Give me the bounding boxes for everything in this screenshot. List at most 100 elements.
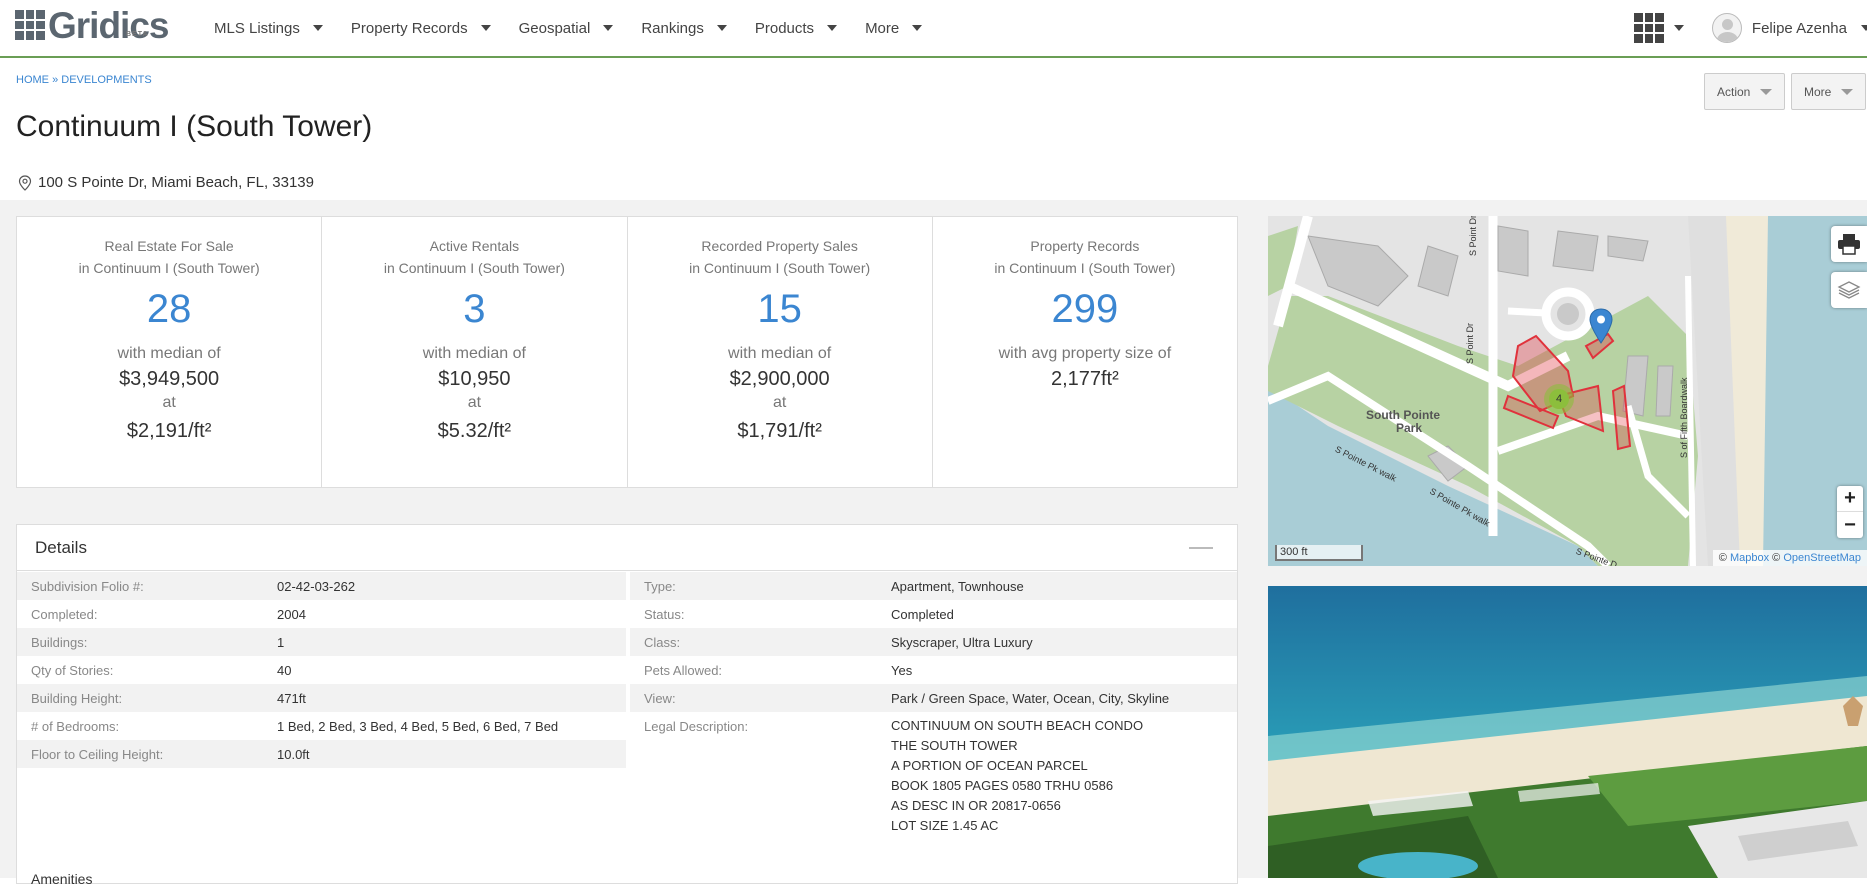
detail-label: Completed: — [31, 606, 98, 622]
stat-subtitle: in Continuum I (South Tower) — [689, 260, 871, 276]
stat-avg-label: with avg property size of — [998, 345, 1172, 362]
legal-line: BOOK 1805 PAGES 0580 TRHU 0586 — [891, 778, 1114, 793]
photo-image — [1268, 586, 1867, 878]
breadcrumb-separator: » — [52, 74, 59, 86]
stat-subtitle: in Continuum I (South Tower) — [78, 260, 260, 276]
detail-label: View: — [644, 690, 676, 706]
caret-down-icon — [1760, 88, 1773, 95]
nav-rankings[interactable]: Rankings — [627, 0, 741, 56]
detail-row: Building Height: 471ft — [17, 684, 626, 712]
stat-count[interactable]: 3 — [322, 285, 626, 333]
caret-down-icon — [912, 25, 923, 31]
user-name: Felipe Azenha — [1751, 19, 1847, 37]
details-header: Details — [17, 525, 1237, 571]
stat-median-label: with median of — [728, 345, 832, 362]
nav-label: More — [865, 19, 900, 37]
location-map[interactable]: South Pointe Park S Pointe Pk walk S Poi… — [1268, 216, 1867, 566]
detail-row: Buildings: 1 — [17, 628, 626, 656]
logo-beta-badge: BETA — [126, 31, 149, 38]
detail-row: # of Bedrooms: 1 Bed, 2 Bed, 3 Bed, 4 Bed… — [17, 712, 626, 740]
breadcrumb-developments[interactable]: DEVELOPMENTS — [61, 74, 151, 86]
map-pin-icon — [18, 174, 32, 191]
caret-down-icon — [1861, 25, 1867, 31]
action-button[interactable]: Action — [1704, 73, 1786, 110]
caret-down-icon — [1841, 88, 1854, 95]
detail-label: Pets Allowed: — [644, 662, 723, 678]
detail-value: 2004 — [277, 606, 306, 622]
detail-label: # of Bedrooms: — [31, 718, 120, 734]
detail-value: 1 — [277, 634, 285, 650]
zoom-in-button[interactable]: + — [1837, 486, 1863, 512]
stat-median-label: with median of — [422, 345, 526, 362]
osm-link[interactable]: OpenStreetMap — [1783, 552, 1861, 564]
more-label: More — [1804, 84, 1832, 99]
breadcrumb: HOME » DEVELOPMENTS — [16, 74, 152, 86]
nav-label: Geospatial — [518, 19, 591, 37]
copyright: © — [1718, 552, 1727, 564]
stat-count[interactable]: 299 — [933, 285, 1237, 333]
map-label-park2: Park — [1396, 421, 1423, 435]
detail-row: Completed: 2004 — [17, 600, 626, 628]
action-label: Action — [1717, 84, 1751, 99]
stat-per-sqft: $1,791/ft² — [737, 420, 822, 442]
stat-for-sale: Real Estate For Sale in Continuum I (Sou… — [17, 217, 323, 487]
nav-property-records[interactable]: Property Records — [337, 0, 505, 56]
stat-property-records: Property Records in Continuum I (South T… — [933, 217, 1237, 487]
gridics-logo[interactable]: Gridics — [15, 7, 169, 49]
stat-median-label: with median of — [117, 345, 221, 362]
address-text: 100 S Pointe Dr, Miami Beach, FL, 33139 — [38, 174, 314, 191]
stat-at: at — [162, 394, 176, 411]
map-cluster-marker[interactable]: 4 — [1544, 384, 1574, 414]
caret-down-icon — [603, 25, 614, 31]
legal-description: CONTINUUM ON SOUTH BEACH CONDO THE SOUTH… — [891, 716, 1143, 836]
caret-down-icon — [480, 25, 491, 31]
stat-rentals: Active Rentals in Continuum I (South Tow… — [322, 217, 628, 487]
detail-label: Class: — [644, 634, 681, 650]
nav-products[interactable]: Products — [741, 0, 851, 56]
map-layers-button[interactable] — [1831, 272, 1867, 308]
details-panel: Details Subdivision Folio #: 02-42-03-262… — [16, 524, 1238, 887]
detail-value: 10.0ft — [277, 746, 310, 762]
nav-mls-listings[interactable]: MLS Listings — [200, 0, 337, 56]
apps-menu-button[interactable] — [1633, 13, 1684, 43]
detail-row: Subdivision Folio #: 02-42-03-262 — [17, 572, 626, 600]
stat-count[interactable]: 15 — [628, 285, 932, 333]
map-label-boardwalk: S of Fifth Boardwalk — [1679, 377, 1689, 458]
zoom-out-button[interactable]: − — [1837, 512, 1863, 538]
user-menu[interactable]: Felipe Azenha — [1711, 13, 1867, 43]
detail-value: Yes — [891, 662, 913, 678]
details-title: Details — [35, 537, 87, 557]
map-label-drive1: S Point Dr — [1468, 216, 1478, 256]
stat-count[interactable]: 28 — [17, 285, 321, 333]
detail-row: Type: Apartment, Townhouse — [630, 572, 1237, 600]
caret-down-icon — [716, 25, 727, 31]
detail-label: Floor to Ceiling Height: — [31, 746, 164, 762]
legal-line: AS DESC IN OR 20817-0656 — [891, 798, 1061, 813]
detail-row: Status: Completed — [630, 600, 1237, 628]
nav-geospatial[interactable]: Geospatial — [505, 0, 628, 56]
detail-value: Apartment, Townhouse — [891, 578, 1024, 594]
nav-label: MLS Listings — [214, 19, 300, 37]
detail-label: Status: — [644, 606, 685, 622]
collapse-icon[interactable] — [1189, 547, 1213, 549]
nav-label: Products — [754, 19, 815, 37]
stat-value: $3,949,500 — [119, 368, 220, 390]
detail-value: 02-42-03-262 — [277, 578, 356, 594]
caret-down-icon — [827, 25, 838, 31]
detail-value: Skyscraper, Ultra Luxury — [891, 634, 1033, 650]
legal-line: A PORTION OF OCEAN PARCEL — [891, 758, 1088, 773]
detail-row: Pets Allowed: Yes — [630, 656, 1237, 684]
nav-more[interactable]: More — [851, 0, 936, 56]
printer-icon — [1838, 234, 1860, 255]
print-map-button[interactable] — [1831, 226, 1867, 262]
location-marker-icon[interactable] — [1589, 308, 1613, 344]
logo-text: Gridics — [48, 5, 169, 46]
amenities-heading: Amenities — [31, 871, 93, 887]
more-button[interactable]: More — [1791, 73, 1867, 110]
nav-label: Rankings — [641, 19, 704, 37]
mapbox-link[interactable]: Mapbox — [1730, 552, 1769, 564]
cluster-count: 4 — [1549, 389, 1569, 409]
building-photo[interactable] — [1268, 586, 1867, 878]
breadcrumb-home[interactable]: HOME — [16, 74, 49, 86]
legal-line: THE SOUTH TOWER — [891, 738, 1018, 753]
